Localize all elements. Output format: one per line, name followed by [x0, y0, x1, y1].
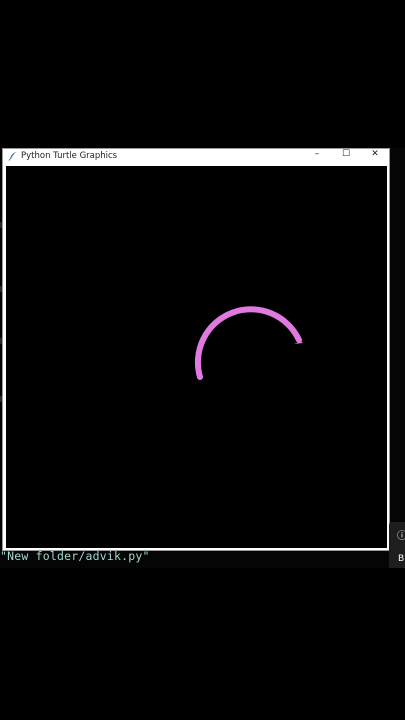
side-panel-stub[interactable]: ⓘ B	[389, 522, 405, 568]
info-icon: ⓘ	[397, 531, 405, 542]
drawn-arc	[194, 306, 302, 380]
window-titlebar[interactable]: Python Turtle Graphics – ☐ ✕	[3, 149, 389, 163]
maximize-icon: ☐	[341, 149, 351, 159]
maximize-button[interactable]: ☐	[332, 149, 360, 161]
turtle-canvas[interactable]	[6, 166, 387, 548]
turtle-window[interactable]: Python Turtle Graphics – ☐ ✕	[2, 148, 390, 551]
close-icon: ✕	[371, 149, 379, 159]
side-panel-letter: B	[398, 554, 405, 564]
feather-icon	[8, 152, 16, 161]
minimize-icon: –	[314, 149, 320, 159]
turtle-drawing	[194, 306, 303, 380]
close-button[interactable]: ✕	[361, 149, 389, 161]
terminal-path-text: "New folder/advik.py"	[0, 549, 150, 563]
window-title: Python Turtle Graphics	[21, 151, 118, 161]
screen: Python Turtle Graphics – ☐ ✕ "New folder…	[0, 0, 405, 720]
minimize-button[interactable]: –	[303, 149, 331, 161]
